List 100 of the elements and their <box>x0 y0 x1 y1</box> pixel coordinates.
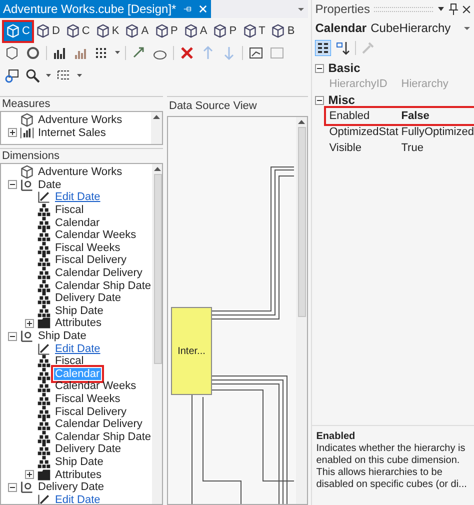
designer-tab[interactable]: P <box>152 22 180 40</box>
property-row[interactable]: OptimizedStat FullyOptimized <box>326 124 474 140</box>
property-value: FullyOptimized <box>400 124 474 140</box>
object-name: Calendar <box>315 20 367 37</box>
tree-item[interactable]: Date <box>37 178 62 191</box>
dimension-icon <box>20 480 34 494</box>
designer-tab[interactable]: K <box>94 22 122 40</box>
tree-item[interactable]: Ship Date <box>54 456 104 468</box>
tree-item[interactable]: Calendar <box>54 216 101 229</box>
property-row[interactable]: Visible True <box>326 140 474 156</box>
tree-item[interactable]: Delivery Date <box>54 443 122 456</box>
hierarchy-icon <box>37 240 51 255</box>
caret-icon <box>77 74 82 77</box>
tree-item[interactable]: Calendar Ship Date <box>54 430 152 443</box>
document-title: Adventure Works.cube [Design]* <box>3 1 176 18</box>
edit-date-link[interactable]: Edit Date <box>54 494 102 504</box>
tree-item[interactable]: Delivery Date <box>54 292 122 304</box>
close-icon <box>462 4 471 14</box>
tree-item[interactable]: Adventure Works <box>37 114 124 126</box>
tree-item[interactable]: Fiscal Delivery <box>54 254 128 266</box>
designer-tab[interactable]: C <box>64 22 92 40</box>
hierarchy-icon <box>37 216 51 230</box>
designer-tab[interactable]: C <box>4 22 32 40</box>
hierarchy-icon <box>37 291 51 306</box>
designer-tab[interactable]: P <box>211 22 239 40</box>
category-name: Misc <box>328 92 355 109</box>
tree-item[interactable]: Internet Sales <box>37 126 107 139</box>
property-name: Enabled <box>328 108 371 124</box>
edit-icon <box>37 342 51 356</box>
collapse-icon[interactable] <box>315 64 324 72</box>
hierarchy-icon <box>37 392 51 406</box>
tree-item[interactable]: Fiscal Weeks <box>54 242 122 254</box>
hierarchy-icon <box>37 454 51 469</box>
search-icon[interactable] <box>25 68 41 84</box>
hierarchy-icon <box>37 354 51 368</box>
hierarchy-icon <box>37 417 51 432</box>
dimension-icon <box>20 329 34 344</box>
categorized-icon[interactable] <box>315 40 332 56</box>
tree-item[interactable]: Fiscal Weeks <box>54 392 122 405</box>
bar-chart-icon <box>20 126 34 140</box>
hierarchy-icon <box>37 203 51 218</box>
tree-item[interactable]: Calendar Delivery <box>54 418 144 430</box>
folder-icon <box>37 316 51 330</box>
designer-tab[interactable]: A <box>182 22 210 40</box>
property-value: False <box>400 108 430 124</box>
pin-icon <box>449 3 458 15</box>
tree-item[interactable]: Calendar Ship Date <box>54 280 152 292</box>
tab-icon <box>154 24 169 38</box>
category-name: Basic <box>328 60 360 77</box>
tree-item[interactable]: Attributes <box>54 317 102 330</box>
table-node[interactable]: Inter... <box>171 307 212 395</box>
property-row[interactable]: Enabled False <box>326 108 474 124</box>
collapse-icon[interactable] <box>8 180 16 190</box>
designer-tab[interactable]: D <box>34 22 62 40</box>
scrollbar[interactable] <box>151 112 162 144</box>
caret-icon <box>46 74 51 77</box>
object-type: CubeHierarchy <box>370 20 452 37</box>
collapse-icon[interactable] <box>8 482 16 492</box>
tab-icon <box>125 24 140 38</box>
scroll-up-icon[interactable] <box>298 120 306 124</box>
document-tab[interactable]: Adventure Works.cube [Design]* <box>0 0 212 18</box>
chart-icon[interactable] <box>248 44 264 60</box>
tree-item[interactable]: Fiscal <box>54 204 85 216</box>
edit-date-link[interactable]: Edit Date <box>54 342 102 355</box>
tree-item[interactable]: Delivery Date <box>37 481 106 494</box>
tree-item[interactable]: Adventure Works <box>37 166 124 178</box>
expand-icon[interactable] <box>24 318 34 328</box>
edit-date-link[interactable]: Edit Date <box>54 191 102 204</box>
tree-item[interactable]: Ship Date <box>54 304 104 317</box>
tree-item[interactable]: Attributes <box>54 468 102 481</box>
tree-item[interactable]: Calendar Weeks <box>54 229 138 242</box>
designer-tab[interactable]: B <box>269 22 297 40</box>
tree-item[interactable]: Calendar Weeks <box>54 380 138 392</box>
sort-icon[interactable] <box>335 40 352 56</box>
scroll-up-icon[interactable] <box>154 167 162 171</box>
scrollbar[interactable] <box>296 117 308 504</box>
tab-icon <box>36 24 50 38</box>
folder-icon <box>37 468 51 482</box>
close-icon <box>198 4 208 14</box>
tree-item[interactable]: Fiscal Delivery <box>54 406 128 418</box>
collapse-icon[interactable] <box>315 96 324 104</box>
hierarchy-icon <box>37 366 51 381</box>
object-selector[interactable]: Calendar CubeHierarchy <box>312 18 474 38</box>
tree-item[interactable]: Fiscal <box>54 355 85 368</box>
designer-tab[interactable]: A <box>123 22 151 40</box>
scroll-up-icon[interactable] <box>153 115 160 119</box>
hierarchy-icon <box>37 442 51 456</box>
tree-item[interactable]: Calendar Delivery <box>54 267 144 280</box>
designer-tab[interactable]: T <box>240 22 268 40</box>
hierarchy-icon <box>37 253 51 268</box>
delete-icon[interactable] <box>179 44 195 60</box>
hierarchy-icon <box>37 278 51 293</box>
expand-icon[interactable] <box>24 470 34 480</box>
scrollbar[interactable] <box>152 164 162 504</box>
tab-icon <box>96 24 110 38</box>
tab-icon <box>213 24 228 38</box>
tab-icon <box>271 24 286 38</box>
tree-item[interactable]: Ship Date <box>37 330 88 342</box>
collapse-icon[interactable] <box>8 332 16 341</box>
expand-icon[interactable] <box>8 128 16 138</box>
